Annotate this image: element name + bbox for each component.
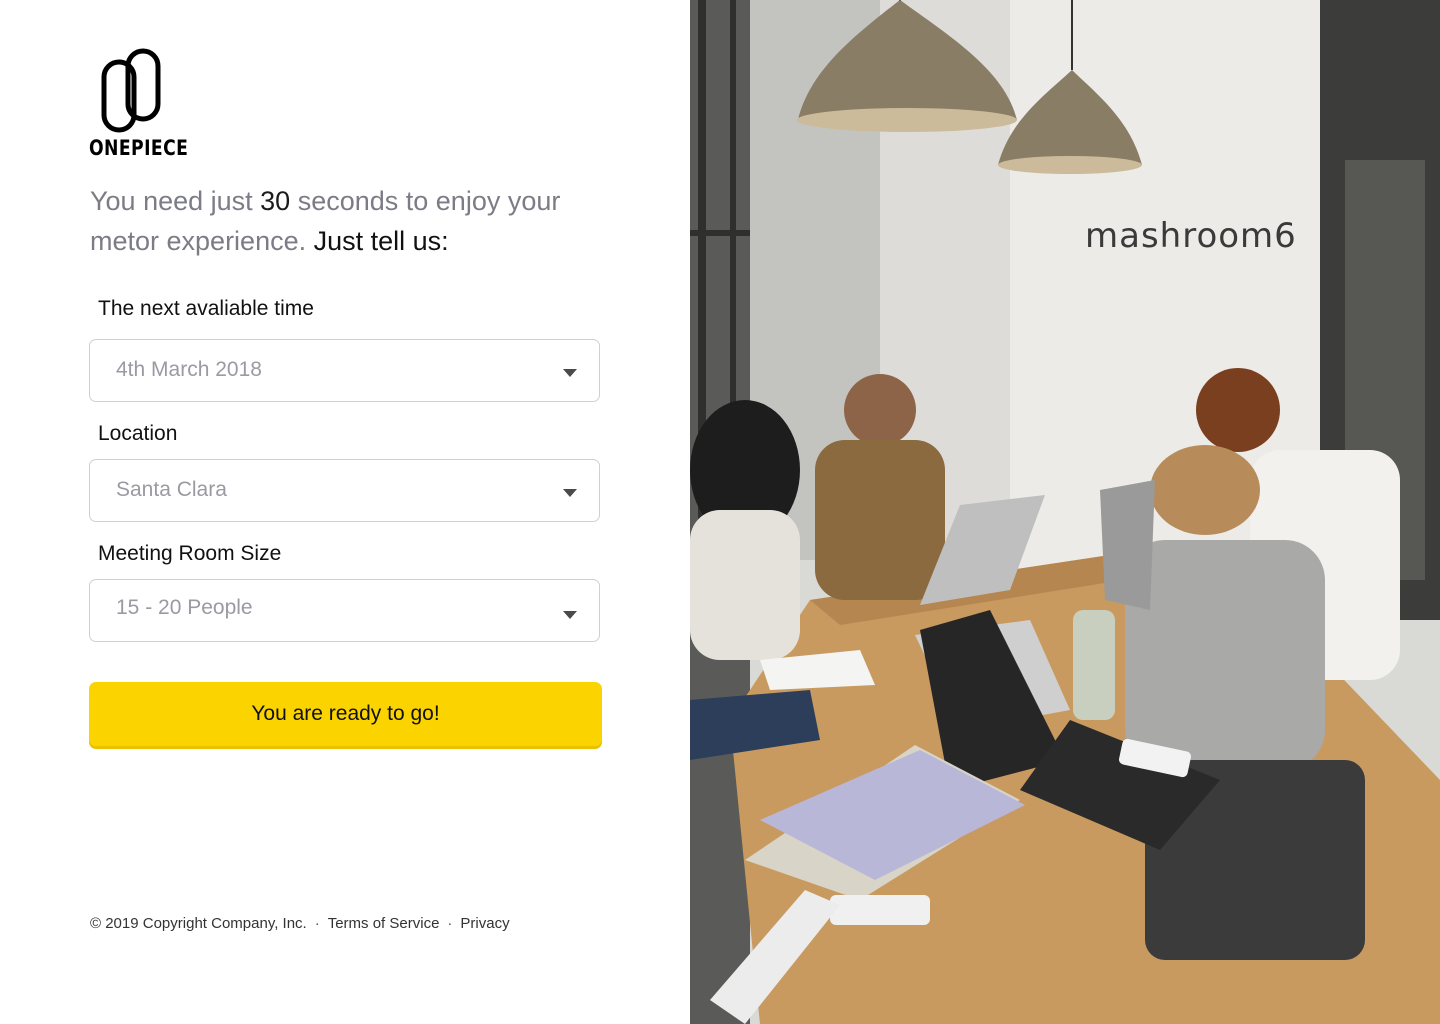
terms-link[interactable]: Terms of Service [328, 915, 440, 932]
room-size-label: Meeting Room Size [98, 542, 282, 565]
brand-name: ONEPIECE [89, 136, 189, 160]
time-label: The next avaliable time [98, 297, 314, 320]
caret-down-icon [563, 489, 577, 497]
room-size-select[interactable]: 15 - 20 People [89, 579, 600, 642]
wall-sign-text: mashroom6 [1085, 216, 1297, 256]
headline-cta: Just tell us: [313, 226, 449, 256]
footer-separator: · [447, 915, 453, 932]
submit-button[interactable]: You are ready to go! [89, 682, 602, 746]
location-select[interactable]: Santa Clara [89, 459, 600, 522]
room-size-value: 15 - 20 People [116, 596, 253, 619]
hero-photo: mashroom6 [690, 0, 1440, 1024]
footer-separator: · [314, 915, 320, 932]
location-value: Santa Clara [116, 478, 227, 501]
intro-headline: You need just 30 seconds to enjoy your m… [90, 181, 630, 261]
copyright-text: © 2019 Copyright Company, Inc. [90, 915, 307, 932]
meeting-photo-illustration [690, 0, 1440, 1024]
time-select[interactable]: 4th March 2018 [89, 339, 600, 402]
location-label: Location [98, 422, 178, 445]
caret-down-icon [563, 611, 577, 619]
paperclip-logo-icon [101, 48, 161, 133]
time-value: 4th March 2018 [116, 358, 262, 381]
brand-logo: ONEPIECE [89, 48, 189, 168]
signup-panel: ONEPIECE You need just 30 seconds to enj… [0, 0, 690, 1024]
headline-number: 30 [260, 186, 291, 216]
caret-down-icon [563, 369, 577, 377]
footer: © 2019 Copyright Company, Inc. · Terms of … [90, 915, 510, 932]
privacy-link[interactable]: Privacy [460, 915, 509, 932]
headline-text-1: You need just [90, 186, 261, 216]
